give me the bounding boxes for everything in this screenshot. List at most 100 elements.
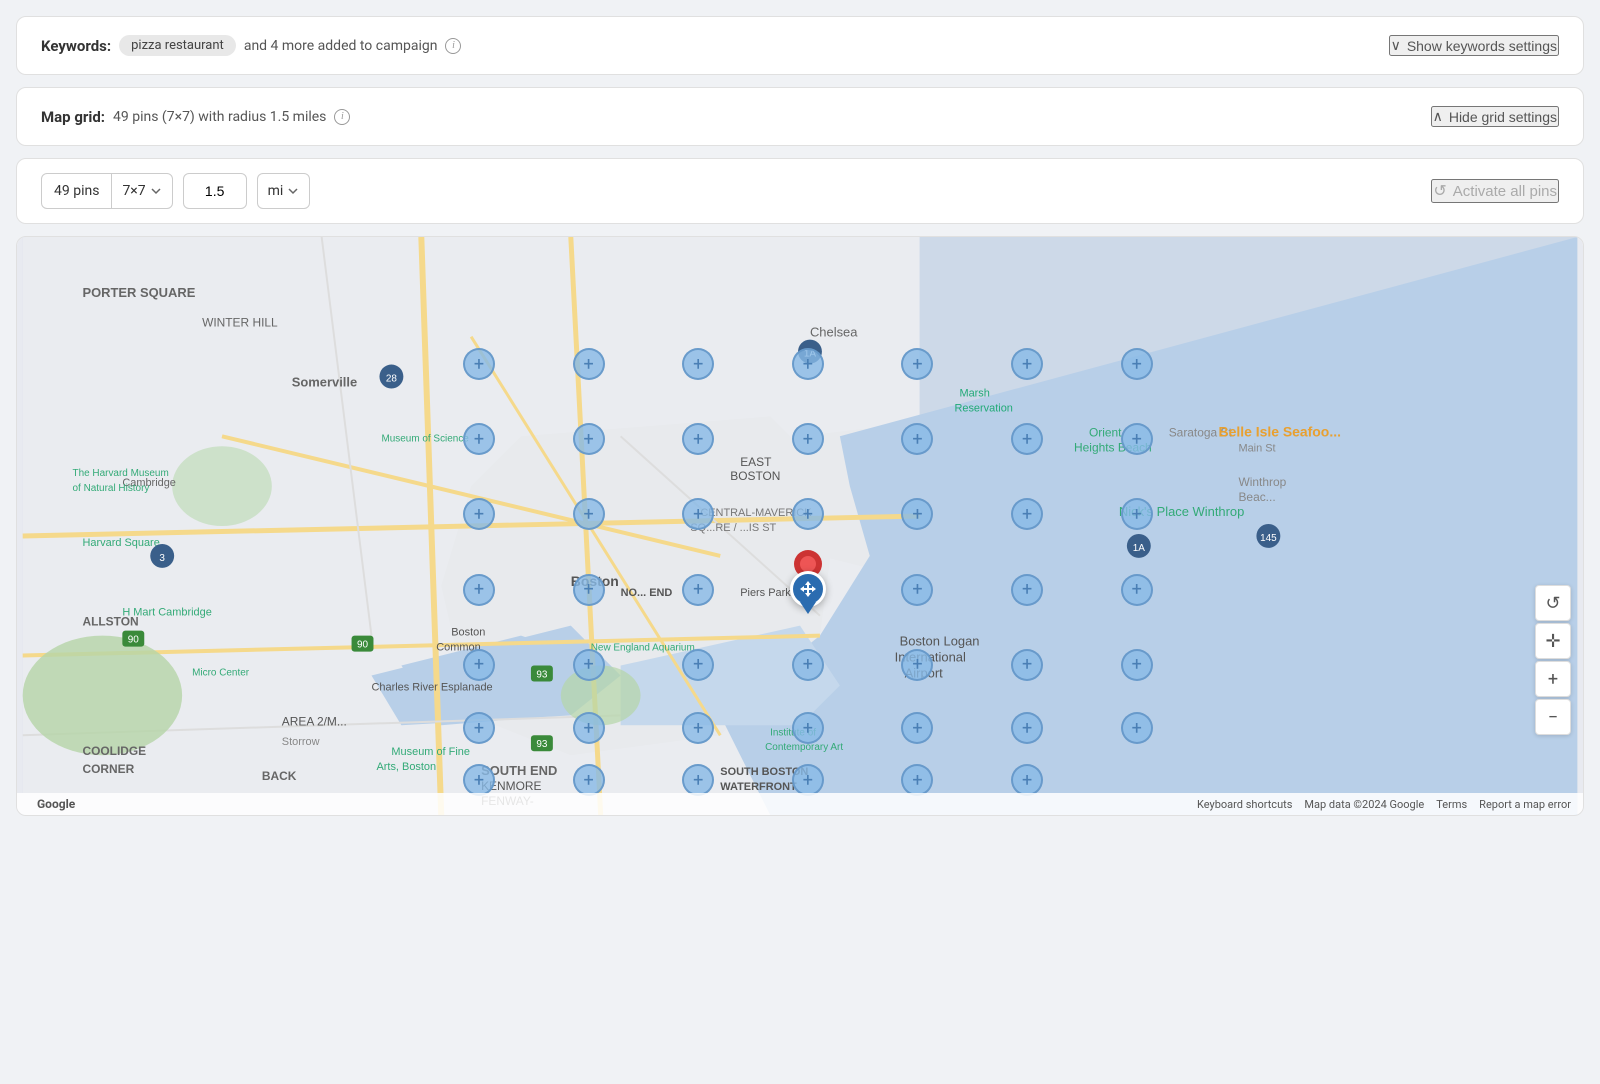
svg-text:Arts, Boston: Arts, Boston (376, 761, 436, 773)
map-pin[interactable]: + (901, 649, 933, 681)
grid-size-dropdown[interactable]: 7×7 (112, 174, 171, 208)
svg-text:1A: 1A (1133, 543, 1146, 554)
svg-text:The Harvard Museum: The Harvard Museum (73, 468, 169, 479)
unit-value: mi (268, 183, 284, 199)
map-pin[interactable]: + (792, 649, 824, 681)
map-pin[interactable]: + (463, 498, 495, 530)
map-pin[interactable]: + (463, 764, 495, 796)
map-pin[interactable]: + (573, 649, 605, 681)
map-pin[interactable]: + (682, 423, 714, 455)
svg-text:CORNER: CORNER (82, 762, 134, 776)
map-grid-label: Map grid: (41, 108, 105, 126)
svg-text:93: 93 (536, 669, 548, 680)
svg-text:EAST: EAST (740, 455, 772, 469)
map-pin[interactable]: + (463, 574, 495, 606)
map-pin[interactable]: + (1121, 649, 1153, 681)
map-pin[interactable]: + (1011, 712, 1043, 744)
svg-text:WATERFRONT: WATERFRONT (720, 781, 797, 793)
map-pin[interactable]: + (1011, 498, 1043, 530)
map-pin[interactable]: + (1121, 423, 1153, 455)
svg-text:Somerville: Somerville (292, 374, 357, 389)
map-pin[interactable]: + (463, 423, 495, 455)
svg-text:H Mart Cambridge: H Mart Cambridge (122, 607, 211, 619)
google-logo: Google (37, 797, 75, 811)
unit-select[interactable]: mi (257, 173, 311, 209)
map-pin[interactable]: + (792, 712, 824, 744)
map-pin[interactable]: + (901, 423, 933, 455)
map-pin[interactable]: + (682, 712, 714, 744)
activate-all-pins-button[interactable]: ↺ Activate all pins (1431, 179, 1559, 203)
svg-text:NO... END: NO... END (621, 587, 673, 599)
svg-text:COOLIDGE: COOLIDGE (82, 744, 146, 758)
svg-text:90: 90 (357, 640, 369, 651)
svg-text:Charles River Esplanade: Charles River Esplanade (371, 681, 492, 693)
map-pin[interactable]: + (901, 764, 933, 796)
svg-text:Harvard Square: Harvard Square (82, 537, 159, 549)
map-pin[interactable]: + (1121, 712, 1153, 744)
map-pin[interactable]: + (1011, 649, 1043, 681)
map-pin[interactable]: + (573, 348, 605, 380)
svg-text:Chelsea: Chelsea (810, 325, 858, 340)
map-pin[interactable]: + (792, 423, 824, 455)
svg-text:BOSTON: BOSTON (730, 469, 780, 483)
map-pin[interactable]: + (901, 712, 933, 744)
zoom-reset-button[interactable]: ↺ (1535, 585, 1571, 621)
grid-size-value: 7×7 (122, 183, 145, 199)
map-pin[interactable]: + (1011, 423, 1043, 455)
map-pin[interactable]: + (573, 574, 605, 606)
report-error-link[interactable]: Report a map error (1479, 798, 1571, 811)
keyword-chip: pizza restaurant (119, 35, 236, 56)
map-pin[interactable]: + (792, 764, 824, 796)
move-icon[interactable]: ✛ (1535, 623, 1571, 659)
map-grid-left: Map grid: 49 pins (7×7) with radius 1.5 … (41, 108, 350, 126)
map-pin[interactable]: + (573, 712, 605, 744)
terms-link[interactable]: Terms (1436, 798, 1467, 811)
map-pin[interactable]: + (1011, 348, 1043, 380)
map-pin[interactable]: + (901, 348, 933, 380)
map-pin[interactable]: + (682, 649, 714, 681)
svg-text:Marsh: Marsh (959, 387, 989, 399)
map-pin[interactable]: + (463, 348, 495, 380)
map-pin[interactable]: + (682, 764, 714, 796)
keywords-label: Keywords: (41, 37, 111, 55)
svg-text:of Natural History: of Natural History (73, 483, 150, 494)
map-pin[interactable]: + (792, 348, 824, 380)
map-pin[interactable]: + (573, 764, 605, 796)
map-pin[interactable]: + (792, 498, 824, 530)
map-pin[interactable]: + (1011, 574, 1043, 606)
map-pin[interactable]: + (901, 574, 933, 606)
map-pin[interactable]: + (1121, 498, 1153, 530)
svg-text:PORTER SQUARE: PORTER SQUARE (82, 285, 195, 300)
svg-text:Boston Logan: Boston Logan (900, 634, 980, 649)
svg-text:145: 145 (1260, 533, 1277, 544)
map-pin[interactable]: + (682, 574, 714, 606)
pins-select[interactable]: 49 pins 7×7 (41, 173, 173, 209)
svg-text:Museum of Science: Museum of Science (381, 433, 469, 444)
zoom-out-button[interactable]: − (1535, 699, 1571, 735)
map-card: PORTER SQUARE WINTER HILL Somerville Cam… (16, 236, 1584, 816)
map-pin[interactable]: + (573, 423, 605, 455)
map-pin[interactable]: + (1121, 574, 1153, 606)
controls-left: 49 pins 7×7 mi (41, 173, 310, 209)
map-pin[interactable]: + (1121, 348, 1153, 380)
keywords-card: Keywords: pizza restaurant and 4 more ad… (16, 16, 1584, 75)
map-background[interactable]: PORTER SQUARE WINTER HILL Somerville Cam… (17, 237, 1583, 815)
zoom-in-button[interactable]: + (1535, 661, 1571, 697)
map-pin[interactable]: + (682, 498, 714, 530)
map-pin[interactable]: + (1011, 764, 1043, 796)
map-pin[interactable]: + (901, 498, 933, 530)
map-grid-description: 49 pins (7×7) with radius 1.5 miles (113, 109, 326, 125)
hide-grid-settings-button[interactable]: Hide grid settings (1431, 106, 1559, 127)
map-pin[interactable]: + (682, 348, 714, 380)
chevron-down-icon (1391, 37, 1401, 54)
map-pin[interactable]: + (573, 498, 605, 530)
show-keywords-settings-button[interactable]: Show keywords settings (1389, 35, 1559, 56)
radius-input[interactable] (183, 173, 247, 209)
svg-text:28: 28 (386, 374, 398, 385)
map-pin[interactable]: + (463, 712, 495, 744)
map-pin[interactable]: + (463, 649, 495, 681)
keyboard-shortcuts-link[interactable]: Keyboard shortcuts (1197, 798, 1292, 811)
info-icon-keywords: i (445, 38, 461, 54)
svg-text:BACK: BACK (262, 769, 297, 783)
drag-pin[interactable] (790, 571, 826, 607)
